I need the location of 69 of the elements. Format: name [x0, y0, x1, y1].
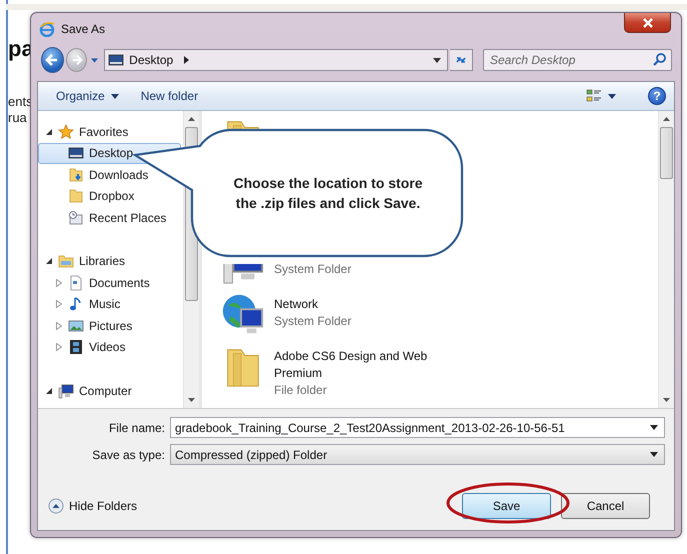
scroll-up-icon: [188, 117, 195, 121]
address-field[interactable]: Desktop: [104, 49, 448, 71]
folder-icon: [68, 188, 84, 204]
expanded-triangle-icon: [46, 258, 52, 264]
browser-e-icon: [39, 21, 55, 37]
scroll-up-icon: [663, 117, 670, 121]
dropdown-caret-icon: [433, 58, 442, 62]
scrollbar[interactable]: [658, 111, 674, 408]
folder-arrow-icon: [68, 166, 84, 183]
save-button[interactable]: Save: [462, 493, 551, 519]
organize-menu-button[interactable]: Organize: [48, 86, 127, 106]
search-field[interactable]: Search Desktop: [483, 49, 672, 71]
expanded-triangle-icon: [46, 128, 52, 135]
dropdown-caret-icon: [650, 452, 658, 457]
file-item[interactable]: System Folder: [220, 240, 352, 292]
document-icon: [68, 274, 84, 291]
recent-places-icon: [68, 210, 84, 226]
monitor-icon: [108, 52, 124, 68]
hide-folders-button[interactable]: Hide Folders: [48, 498, 138, 514]
file-item[interactable]: Adobe CS6 Design and Web Premium File folder: [220, 344, 434, 396]
collapsed-triangle-icon: [56, 343, 62, 352]
expanded-triangle-icon: [46, 388, 52, 394]
monitor-icon: [68, 145, 84, 162]
window-title: Save As: [61, 22, 106, 36]
scroll-down-icon: [188, 398, 195, 402]
close-button[interactable]: [624, 13, 671, 33]
tree-item[interactable]: Pictures: [38, 315, 181, 336]
tree-item[interactable]: Videos: [38, 336, 181, 358]
tree-item[interactable]: Music: [38, 294, 181, 315]
dropdown-caret-icon: [110, 94, 119, 98]
computer-icon: [58, 382, 74, 399]
toolbar-button[interactable]: New folder: [132, 86, 206, 106]
tree-item[interactable]: Dropbox: [38, 186, 181, 207]
right-arrow-icon: [70, 54, 83, 66]
back-button[interactable]: [41, 47, 64, 73]
collapsed-triangle-icon: [56, 322, 62, 330]
tree-item[interactable]: Documents: [38, 272, 181, 294]
tree-item[interactable]: Favorites: [38, 121, 181, 142]
tree-item[interactable]: Downloads: [38, 164, 181, 186]
collapsed-triangle-icon: [56, 278, 62, 287]
search-icon: [652, 52, 668, 68]
tree-item[interactable]: Computer: [38, 380, 181, 402]
dropdown-caret-icon[interactable]: [91, 58, 98, 62]
help-button[interactable]: ?: [648, 87, 666, 105]
scroll-down-icon: [663, 398, 670, 402]
library-folder-icon: [58, 253, 74, 270]
tree-item[interactable]: Recent Places: [38, 207, 181, 228]
star-icon: [58, 124, 74, 140]
dropdown-caret-icon: [608, 94, 616, 98]
film-icon: [68, 339, 84, 356]
up-chevron-icon: [48, 498, 64, 514]
save-as-type-dropdown[interactable]: Compressed (zipped) Folder: [170, 444, 665, 465]
refresh-button[interactable]: [450, 49, 473, 71]
scrollbar-thumb[interactable]: [660, 127, 673, 179]
list-view-icon: [586, 88, 602, 104]
collapsed-triangle-icon: [56, 300, 62, 308]
close-icon: [642, 18, 654, 28]
picture-icon: [68, 318, 84, 334]
callout-text: Choose the location to store the .zip files and click Save.: [232, 174, 424, 213]
file-name-field[interactable]: gradebook_Training_Course_2_Test20Assignment_2013-02-26-10-56-51: [170, 417, 665, 438]
cancel-button[interactable]: Cancel: [561, 493, 650, 519]
left-arrow-icon: [45, 53, 60, 67]
tree-item[interactable]: Libraries: [38, 250, 181, 272]
file-item[interactable]: Network System Folder: [220, 292, 352, 344]
chevron-right-icon: [184, 56, 190, 64]
file-name-label: File name:: [108, 420, 165, 434]
dropdown-caret-icon: [650, 425, 658, 430]
save-as-type-label: Save as type:: [91, 448, 165, 462]
page-text: rua: [8, 110, 27, 126]
